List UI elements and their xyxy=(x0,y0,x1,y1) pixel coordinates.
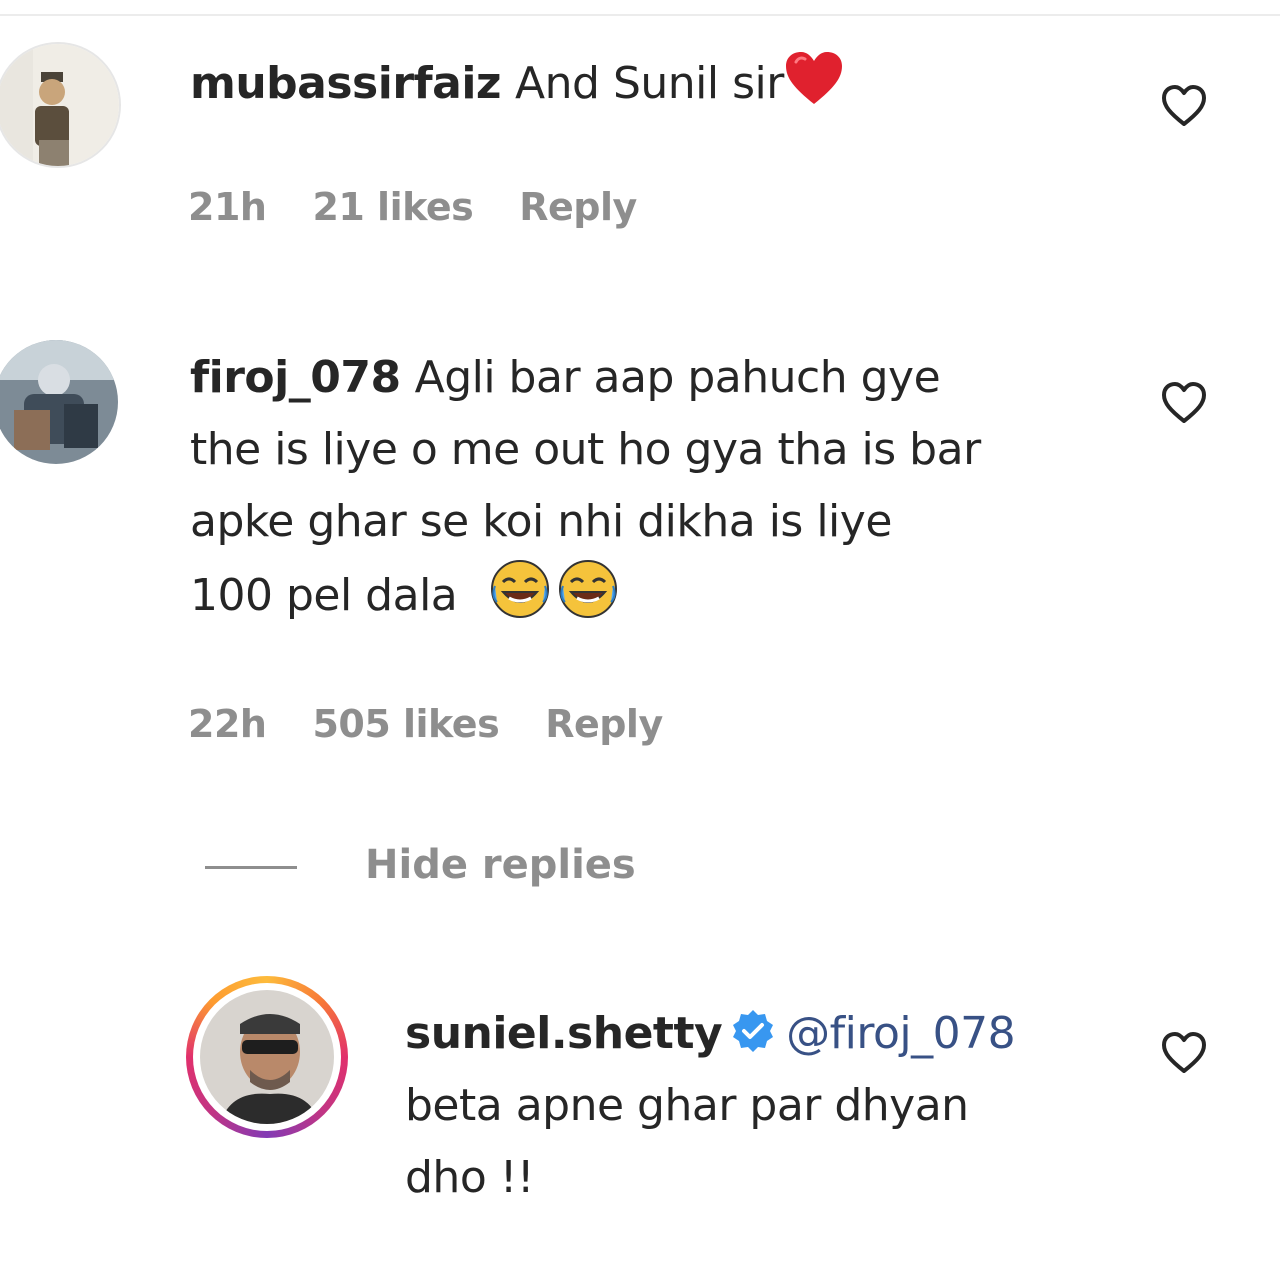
comment-text-line: 100 pel dala xyxy=(190,570,458,621)
red-heart-emoji-icon xyxy=(784,50,844,106)
timestamp[interactable]: 22h xyxy=(188,702,267,746)
comment-text-line: Agli bar aap pahuch gye xyxy=(414,352,941,403)
avatar xyxy=(200,990,334,1124)
comment-text-line: apke ghar se koi nhi dikha is liye xyxy=(190,496,892,547)
likes-count[interactable]: 505 likes xyxy=(312,702,499,746)
mention-link[interactable]: @firoj_078 xyxy=(786,1008,1015,1059)
like-heart-icon[interactable] xyxy=(1156,1025,1212,1081)
face-with-tears-of-joy-icon xyxy=(557,558,619,620)
reply-body: suniel.shetty @firoj_078 beta apne ghar p… xyxy=(405,998,1125,1214)
face-with-tears-of-joy-icon xyxy=(489,558,551,620)
comment-meta: 22h 505 likes Reply xyxy=(188,702,709,746)
username[interactable]: mubassirfaiz xyxy=(190,58,502,109)
comment-text: And Sunil sir xyxy=(515,58,784,109)
avatar-story-ring[interactable] xyxy=(186,976,348,1138)
reply-text-line: beta apne ghar par dhyan xyxy=(405,1080,969,1131)
username[interactable]: suniel.shetty xyxy=(405,1008,723,1059)
replies-divider-line xyxy=(205,866,297,869)
verified-badge-icon xyxy=(730,1004,776,1052)
comment-meta: 21h 21 likes Reply xyxy=(188,185,683,229)
reply-button[interactable]: Reply xyxy=(545,702,663,746)
username[interactable]: firoj_078 xyxy=(190,352,401,403)
avatar[interactable] xyxy=(0,42,121,168)
like-heart-icon[interactable] xyxy=(1156,78,1212,134)
timestamp[interactable]: 21h xyxy=(188,185,267,229)
like-heart-icon[interactable] xyxy=(1156,375,1212,431)
reply-button[interactable]: Reply xyxy=(519,185,637,229)
top-divider xyxy=(0,14,1280,16)
hide-replies-button[interactable]: Hide replies xyxy=(365,842,636,888)
comment-body: firoj_078 Agli bar aap pahuch gye the is … xyxy=(190,342,1130,632)
likes-count[interactable]: 21 likes xyxy=(312,185,473,229)
comment-text-line: the is liye o me out ho gya tha is bar xyxy=(190,424,981,475)
comment-body: mubassirfaiz And Sunil sir xyxy=(190,48,844,120)
avatar[interactable] xyxy=(0,340,118,464)
reply-text-line: dho !! xyxy=(405,1152,535,1203)
